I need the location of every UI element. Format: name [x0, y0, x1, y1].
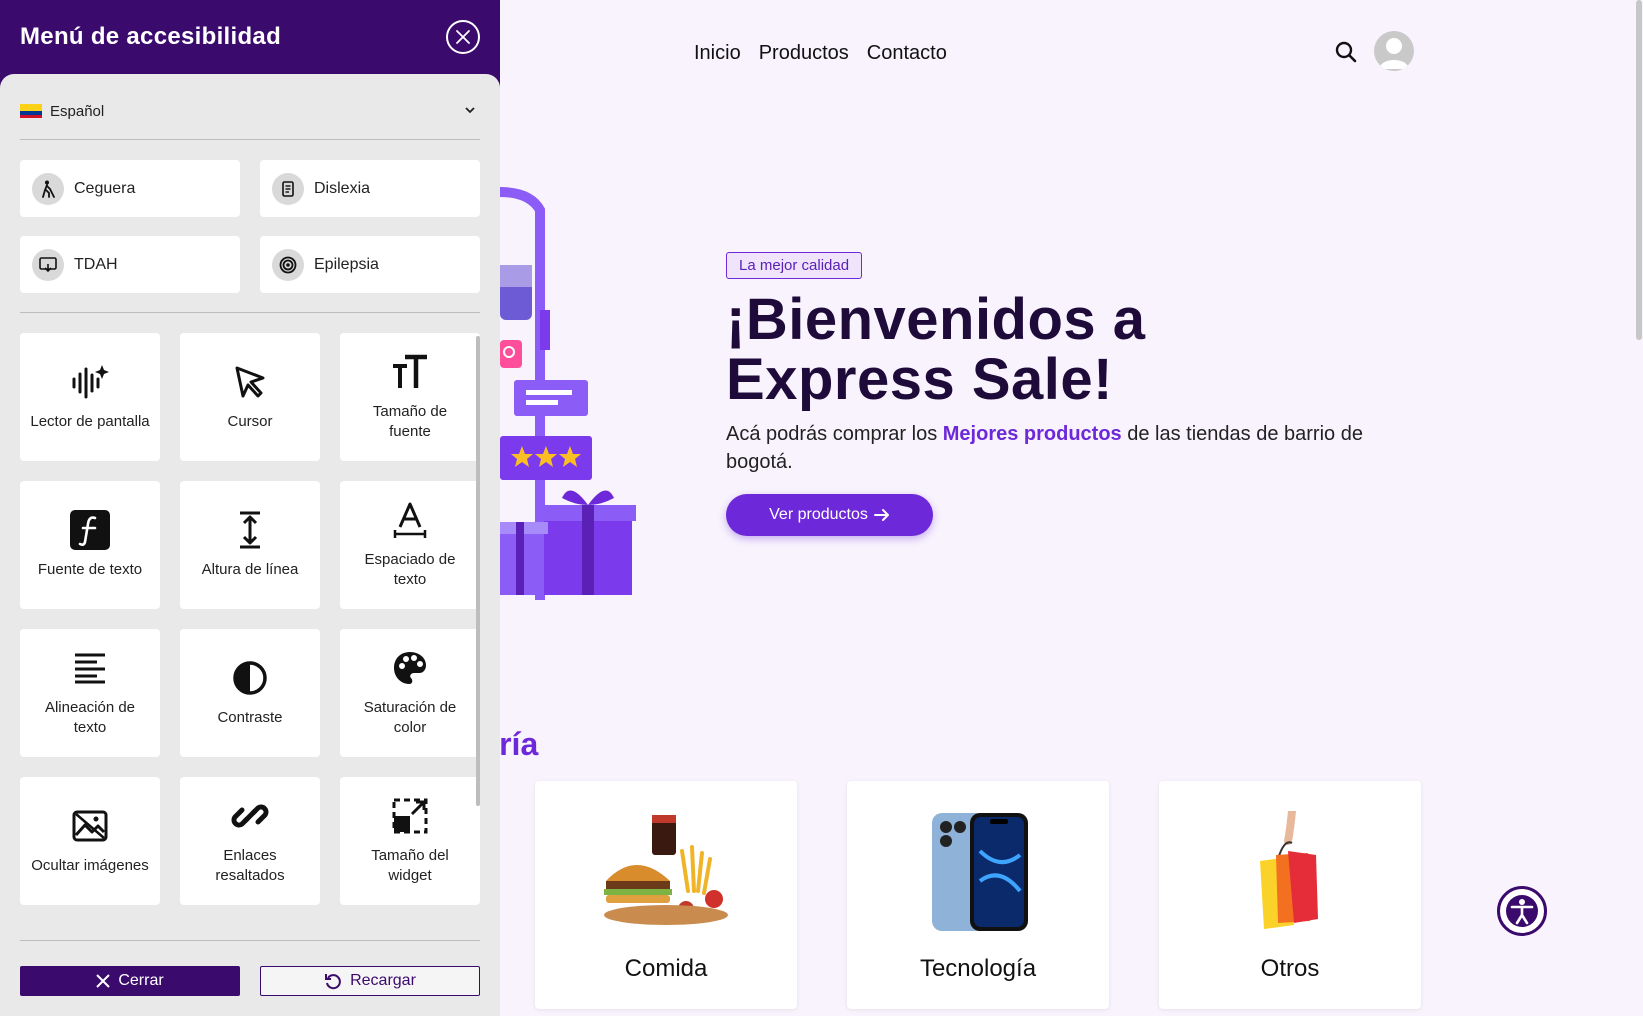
reload-button-label: Recargar: [350, 972, 416, 989]
tool-label: Tamaño del widget: [371, 847, 449, 884]
phone-image: [932, 813, 1028, 931]
reload-button[interactable]: Recargar: [260, 966, 480, 996]
line-height-icon: [230, 510, 270, 550]
accessibility-widget-button[interactable]: [1497, 886, 1547, 936]
view-products-label: Ver productos: [769, 506, 868, 523]
tool-cursor[interactable]: Cursor: [180, 333, 320, 461]
close-button[interactable]: Cerrar: [20, 966, 240, 996]
divider: [20, 312, 480, 313]
tool-label: Lector de pantalla: [30, 413, 150, 430]
tool-font-family[interactable]: Fuente de texto: [20, 481, 160, 609]
tool-text-align[interactable]: Alineación de texto: [20, 629, 160, 757]
hero-title-line-2: Express Sale!: [726, 347, 1113, 412]
hero-subtitle: Acá podrás comprar los Mejores productos…: [726, 420, 1366, 476]
category-card-otros[interactable]: Otros: [1159, 781, 1421, 1009]
panel-body: Español Ceguera Dislexia TDAH Epilepsia …: [0, 74, 500, 1016]
language-select[interactable]: Español: [20, 96, 480, 126]
font-size-icon: [390, 352, 430, 392]
tool-screen-reader[interactable]: Lector de pantalla: [20, 333, 160, 461]
panel-scrollbar[interactable]: [476, 336, 480, 806]
profile-ceguera[interactable]: Ceguera: [20, 160, 240, 217]
profile-dislexia[interactable]: Dislexia: [260, 160, 480, 217]
profile-label: Epilepsia: [314, 255, 379, 273]
profile-label: Dislexia: [314, 179, 371, 197]
tool-hide-images[interactable]: Ocultar imágenes: [20, 777, 160, 905]
search-icon[interactable]: [1335, 41, 1357, 63]
contrast-icon: [230, 658, 270, 698]
resize-icon: [390, 796, 430, 836]
category-name: Otros: [1260, 955, 1320, 982]
profile-epilepsia[interactable]: Epilepsia: [260, 236, 480, 293]
accessibility-panel: Menú de accesibilidad Español Ceguera Di…: [0, 0, 500, 1016]
category-card-comida[interactable]: Comida: [535, 781, 797, 1009]
font-family-icon: [70, 510, 110, 550]
tool-label: Saturación de color: [363, 699, 457, 736]
nav-link-contacto[interactable]: Contacto: [867, 42, 947, 65]
profile-tdah[interactable]: TDAH: [20, 236, 240, 293]
tool-contrast[interactable]: Contraste: [180, 629, 320, 757]
target-icon: [272, 248, 304, 281]
hide-image-icon: [70, 806, 110, 846]
palette-icon: [390, 648, 430, 688]
align-left-icon: [70, 648, 110, 688]
tool-text-spacing[interactable]: Espaciado de texto: [340, 481, 480, 609]
focus-screen-icon: [32, 248, 64, 281]
hero-title-line-1: ¡Bienvenidos a: [726, 287, 1146, 352]
tool-label: Cursor: [227, 413, 273, 430]
tool-line-height[interactable]: Altura de línea: [180, 481, 320, 609]
divider: [20, 940, 480, 941]
profile-label: Ceguera: [74, 179, 136, 197]
tool-label: Altura de línea: [201, 561, 299, 578]
tool-label: Tamaño de fuente: [372, 403, 448, 440]
arrow-right-icon: [873, 509, 889, 521]
profile-label: TDAH: [74, 255, 118, 273]
tool-label: Contraste: [217, 709, 283, 726]
accessibility-icon: [1506, 895, 1538, 927]
tool-font-size[interactable]: Tamaño de fuente: [340, 333, 480, 461]
blind-person-icon: [32, 172, 64, 205]
tool-label: Ocultar imágenes: [31, 857, 149, 874]
quality-badge: La mejor calidad: [726, 252, 863, 279]
page-scrollbar[interactable]: [1636, 0, 1642, 340]
category-name: Comida: [624, 955, 708, 982]
close-icon: [456, 30, 470, 44]
nav-link-inicio[interactable]: Inicio: [694, 42, 741, 65]
tool-label: Espaciado de texto: [364, 551, 456, 588]
tool-widget-size[interactable]: Tamaño del widget: [340, 777, 480, 905]
category-card-tecnologia[interactable]: Tecnología: [847, 781, 1109, 1009]
colombia-flag-icon: [20, 104, 42, 118]
main-nav: Inicio Productos Contacto: [694, 42, 947, 65]
chevron-down-icon: [465, 107, 475, 114]
tool-label: Enlaces resaltados: [215, 847, 285, 884]
tool-label: Fuente de texto: [37, 561, 143, 578]
letter-spacing-icon: [390, 500, 430, 540]
hero-illustration: [500, 187, 636, 600]
link-icon: [230, 796, 270, 836]
language-value: Español: [50, 102, 105, 120]
panel-close-button[interactable]: [446, 20, 480, 54]
document-icon: [272, 172, 304, 205]
hero-title: ¡Bienvenidos a Express Sale!: [726, 290, 1426, 410]
view-products-button[interactable]: Ver productos: [726, 494, 933, 536]
cursor-icon: [230, 362, 270, 402]
divider: [20, 139, 480, 140]
shopping-bags-image: [1260, 811, 1318, 929]
user-avatar[interactable]: [1374, 31, 1414, 71]
hero-subtitle-highlight: Mejores productos: [942, 423, 1122, 445]
tool-label: Alineación de texto: [44, 699, 136, 736]
tool-color-saturation[interactable]: Saturación de color: [340, 629, 480, 757]
tool-highlight-links[interactable]: Enlaces resaltados: [180, 777, 320, 905]
food-image: [604, 815, 728, 925]
nav-link-productos[interactable]: Productos: [759, 42, 849, 65]
hero-subtitle-text: Acá podrás comprar los: [726, 423, 943, 445]
category-name: Tecnología: [919, 955, 1037, 982]
close-button-label: Cerrar: [118, 972, 164, 989]
panel-title: Menú de accesibilidad: [20, 23, 282, 50]
reload-icon: [325, 974, 341, 990]
soundwave-sparkle-icon: [70, 362, 110, 402]
close-icon: [96, 974, 111, 988]
